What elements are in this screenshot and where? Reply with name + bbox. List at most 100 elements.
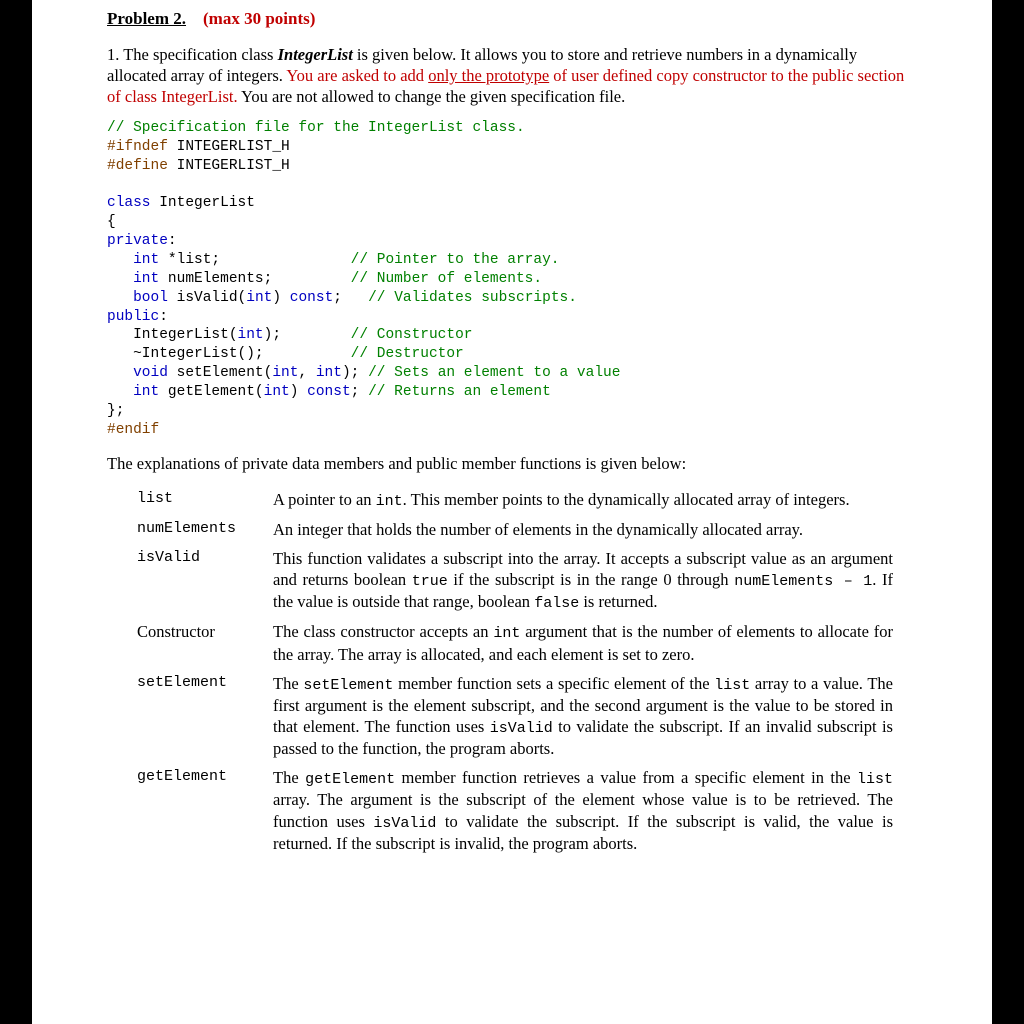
def-desc: An integer that holds the number of elem… xyxy=(273,519,893,540)
code-line: ); xyxy=(342,365,368,381)
code-line: bool xyxy=(133,290,168,306)
def-term: numElements xyxy=(137,519,257,540)
def-term: setElement xyxy=(137,673,257,760)
def-constructor: Constructor The class constructor accept… xyxy=(137,621,893,664)
code-line: int xyxy=(272,365,298,381)
code-line: setElement( xyxy=(168,365,272,381)
code-line: , xyxy=(298,365,315,381)
t: member function sets a specific element … xyxy=(393,674,714,693)
c: isValid xyxy=(490,720,553,737)
def-desc: A pointer to an int. This member points … xyxy=(273,489,893,511)
code-line: *list; xyxy=(159,252,350,268)
code-line: // Validates subscripts. xyxy=(368,290,577,306)
def-getElement: getElement The getElement member functio… xyxy=(137,767,893,854)
code-block: // Specification file for the IntegerLis… xyxy=(107,119,917,439)
t: member function retrieves a value from a… xyxy=(395,768,857,787)
c: setElement xyxy=(303,677,393,694)
code-line: ~IntegerList(); xyxy=(107,346,351,362)
document-page: Problem 2. (max 30 points) 1. The specif… xyxy=(32,0,992,1024)
code-line: ); xyxy=(264,327,351,343)
c: getElement xyxy=(305,771,395,788)
code-line: }; xyxy=(107,403,124,419)
code-line: const xyxy=(290,290,334,306)
t: A pointer to an xyxy=(273,490,376,509)
code-line: : xyxy=(168,233,177,249)
def-term: Constructor xyxy=(137,621,257,664)
def-numElements: numElements An integer that holds the nu… xyxy=(137,519,893,540)
code-line: int xyxy=(264,384,290,400)
code-line xyxy=(107,365,133,381)
class-name: IntegerList xyxy=(278,45,353,64)
t: is returned. xyxy=(579,592,657,611)
code-line: ; xyxy=(333,290,368,306)
t: The class constructor accepts an xyxy=(273,622,493,641)
def-setElement: setElement The setElement member functio… xyxy=(137,673,893,760)
code-line: numElements; xyxy=(159,271,350,287)
c: numElements – 1 xyxy=(734,573,872,590)
problem-number: Problem 2. xyxy=(107,9,186,28)
c: int xyxy=(493,625,520,642)
def-desc: The class constructor accepts an int arg… xyxy=(273,621,893,664)
code-line: void xyxy=(133,365,168,381)
code-line: // Constructor xyxy=(351,327,473,343)
code-line xyxy=(107,384,133,400)
code-line: #define xyxy=(107,158,168,174)
intro-t1: The specification class xyxy=(123,45,277,64)
code-line: IntegerList( xyxy=(107,327,238,343)
code-line xyxy=(107,271,133,287)
code-line: int xyxy=(246,290,272,306)
code-line: ) xyxy=(272,290,289,306)
c: int xyxy=(376,493,403,510)
def-term: list xyxy=(137,489,257,511)
problem-points: (max 30 points) xyxy=(203,9,315,28)
code-line: private xyxy=(107,233,168,249)
def-isValid: isValid This function validates a subscr… xyxy=(137,548,893,613)
intro-t3: You are not allowed to change the given … xyxy=(238,87,626,106)
code-line: int xyxy=(238,327,264,343)
def-desc: The setElement member function sets a sp… xyxy=(273,673,893,760)
code-line: int xyxy=(133,271,159,287)
code-line: getElement( xyxy=(159,384,263,400)
definitions-block: list A pointer to an int. This member po… xyxy=(137,489,893,854)
code-line: const xyxy=(307,384,351,400)
t: . This member points to the dynamically … xyxy=(403,490,850,509)
t: if the subscript is in the range 0 throu… xyxy=(448,570,734,589)
code-line: // Specification file for the IntegerLis… xyxy=(107,120,525,136)
c: true xyxy=(412,573,448,590)
intro-red1: You are asked to add xyxy=(286,66,428,85)
intro-num: 1. xyxy=(107,45,119,64)
code-line: // Pointer to the array. xyxy=(351,252,560,268)
code-line: { xyxy=(107,214,116,230)
explain-intro: The explanations of private data members… xyxy=(107,453,917,474)
code-line: int xyxy=(133,384,159,400)
code-line: : xyxy=(159,309,168,325)
code-line: IntegerList xyxy=(151,195,255,211)
def-desc: This function validates a subscript into… xyxy=(273,548,893,613)
code-line xyxy=(107,290,133,306)
def-list: list A pointer to an int. This member po… xyxy=(137,489,893,511)
code-line: // Destructor xyxy=(351,346,464,362)
code-line: // Sets an element to a value xyxy=(368,365,620,381)
code-line: int xyxy=(133,252,159,268)
code-line: ; xyxy=(351,384,368,400)
c: list xyxy=(714,677,750,694)
code-line: INTEGERLIST_H xyxy=(168,139,290,155)
code-line: INTEGERLIST_H xyxy=(168,158,290,174)
code-line xyxy=(107,252,133,268)
code-line: public xyxy=(107,309,159,325)
def-desc: The getElement member function retrieves… xyxy=(273,767,893,854)
c: isValid xyxy=(373,815,436,832)
problem-header: Problem 2. (max 30 points) xyxy=(107,8,917,30)
code-line: int xyxy=(316,365,342,381)
code-line: // Number of elements. xyxy=(351,271,542,287)
code-line: #ifndef xyxy=(107,139,168,155)
c: false xyxy=(534,595,579,612)
code-line: #endif xyxy=(107,422,159,438)
c: list xyxy=(857,771,893,788)
code-line: class xyxy=(107,195,151,211)
t: The xyxy=(273,674,303,693)
def-term: getElement xyxy=(137,767,257,854)
def-term: isValid xyxy=(137,548,257,613)
code-line: ) xyxy=(290,384,307,400)
intro-redU: only the prototype xyxy=(428,66,549,85)
